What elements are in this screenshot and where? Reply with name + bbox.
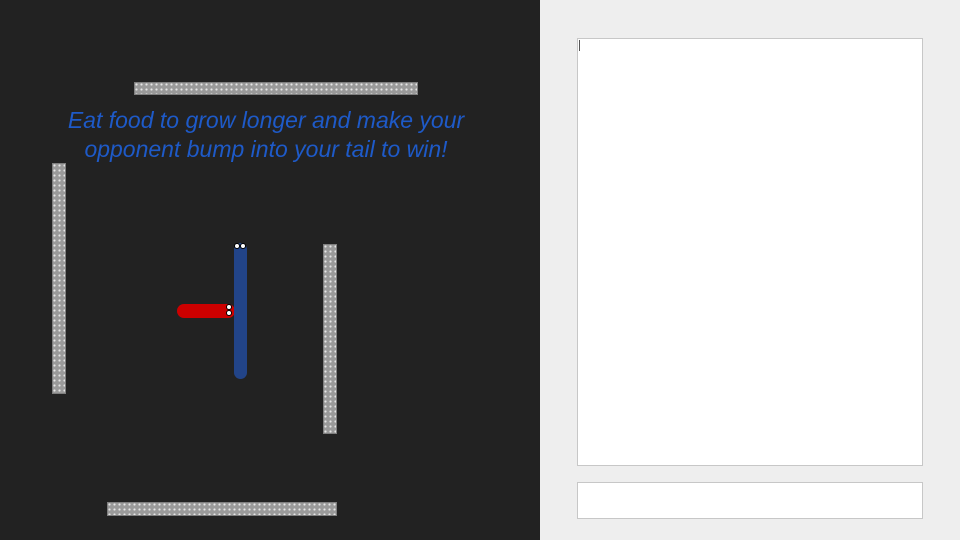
sidebar — [540, 0, 960, 540]
wall-right — [323, 244, 337, 434]
red-snake-eye-bottom — [226, 310, 232, 316]
blue-snake-eye-right — [240, 243, 246, 249]
message-log[interactable] — [577, 38, 923, 466]
wall-left — [52, 163, 66, 394]
wall-top — [134, 82, 418, 95]
wall-bottom — [107, 502, 337, 516]
instruction-text: Eat food to grow longer and make your op… — [67, 107, 465, 162]
red-snake — [177, 304, 235, 318]
text-caret — [579, 40, 580, 51]
blue-snake — [234, 243, 247, 379]
chat-input[interactable] — [577, 482, 923, 519]
game-board[interactable]: Eat food to grow longer and make your op… — [0, 0, 540, 540]
